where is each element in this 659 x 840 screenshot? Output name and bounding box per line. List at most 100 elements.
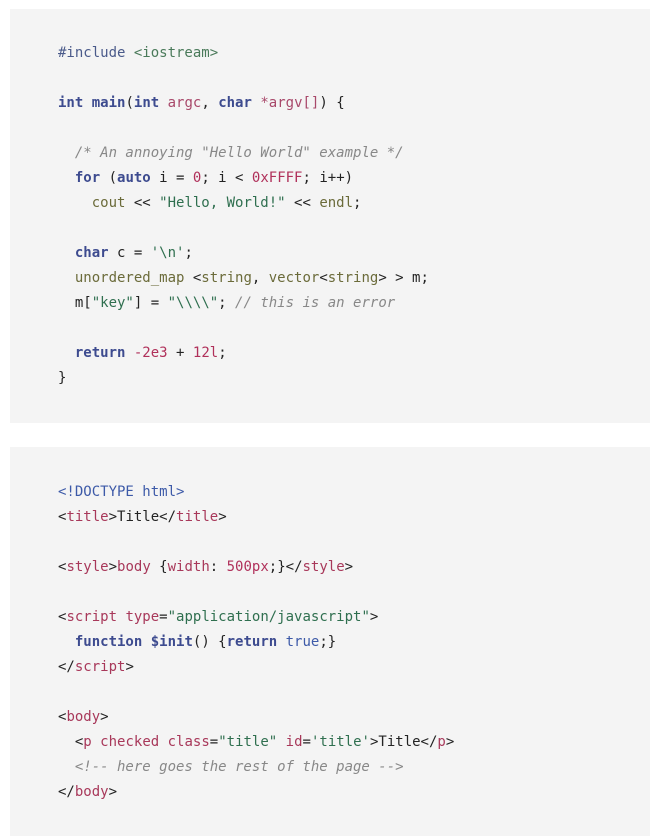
code-token: 12l xyxy=(192,345,219,361)
code-token: "key" xyxy=(91,295,134,311)
code-token: >Title</ xyxy=(369,734,438,750)
code-token: : xyxy=(209,559,227,575)
code-token: body xyxy=(117,559,151,575)
code-line: #include <iostream> xyxy=(58,41,650,66)
html-code-block: <!DOCTYPE html> <title>Title</title> <styl… xyxy=(10,447,650,836)
code-token: { xyxy=(150,559,168,575)
code-line: return -2e3 + 12l; xyxy=(58,341,650,366)
code-token: m[ xyxy=(58,295,92,311)
code-token: > xyxy=(100,709,109,725)
code-token: class xyxy=(167,734,210,750)
code-token: function xyxy=(74,634,143,650)
code-token: #include xyxy=(58,45,134,61)
code-line: <style>body {width: 500px;}</style> xyxy=(58,555,650,580)
code-token: ) { xyxy=(319,95,345,111)
code-token: </ xyxy=(58,784,75,800)
code-token: + xyxy=(167,345,193,361)
code-token: > xyxy=(445,734,455,750)
code-token: >Title</ xyxy=(108,509,177,525)
code-token: ; i < xyxy=(201,170,252,186)
code-token: << xyxy=(285,195,320,211)
cpp-code-block: #include <iostream> int main(int argc, ch… xyxy=(10,9,650,423)
code-token: , xyxy=(201,95,219,111)
code-token: id xyxy=(285,734,303,750)
code-token: body xyxy=(74,784,109,800)
code-token: *argv[] xyxy=(260,95,320,111)
code-line: <!-- here goes the rest of the page --> xyxy=(58,755,650,780)
code-token: ; i++) xyxy=(302,170,354,186)
code-token: cout xyxy=(91,195,126,211)
code-token: = xyxy=(209,734,219,750)
code-line: /* An annoying "Hello World" example */ xyxy=(58,141,650,166)
code-token: true xyxy=(285,634,320,650)
code-token: = xyxy=(159,609,168,625)
code-token: endl xyxy=(319,195,354,211)
code-line: function $init() {return true;} xyxy=(58,630,650,655)
code-token: auto xyxy=(117,170,151,186)
code-token: int xyxy=(133,95,160,111)
code-token: , xyxy=(251,270,269,286)
code-line: cout << "Hello, World!" << endl; xyxy=(58,191,650,216)
code-token: c = xyxy=(108,245,151,261)
code-token: 500px xyxy=(226,559,269,575)
code-token: p xyxy=(437,734,446,750)
code-token: "Hello, World!" xyxy=(159,195,286,211)
code-token: $init xyxy=(150,634,193,650)
code-token: vector xyxy=(268,270,320,286)
code-token: type xyxy=(125,609,160,625)
code-token: i = xyxy=(150,170,193,186)
code-token: main xyxy=(91,95,126,111)
code-token: // this is an error xyxy=(235,295,396,311)
code-token: < xyxy=(58,734,84,750)
code-token: > xyxy=(108,559,118,575)
code-token: > xyxy=(218,509,227,525)
code-token: ( xyxy=(125,95,134,111)
code-token: style xyxy=(66,559,109,575)
code-line: unordered_map <string, vector<string> > … xyxy=(58,266,650,291)
code-token: </ xyxy=(58,659,75,675)
code-line: for (auto i = 0; i < 0xFFFF; i++) xyxy=(58,166,650,191)
code-token: () { xyxy=(192,634,227,650)
code-token: '\n' xyxy=(150,245,185,261)
code-token: "title" xyxy=(218,734,278,750)
code-token: script xyxy=(66,609,118,625)
code-token: = xyxy=(302,734,311,750)
code-line: m["key"] = "\\\\"; // this is an error xyxy=(58,291,650,316)
code-line: <script type="application/javascript"> xyxy=(58,605,650,630)
code-token: > xyxy=(369,609,379,625)
code-line: <!DOCTYPE html> xyxy=(58,480,650,505)
code-token: title xyxy=(66,509,109,525)
code-token: string xyxy=(201,270,252,286)
code-token: ; xyxy=(218,295,236,311)
code-line: <body> xyxy=(58,705,650,730)
code-token: /* An annoying "Hello World" example */ xyxy=(74,145,404,161)
code-token: 'title' xyxy=(310,734,370,750)
code-token: style xyxy=(302,559,345,575)
code-line: char c = '\n'; xyxy=(58,241,650,266)
code-token: char xyxy=(218,95,252,111)
code-token: > xyxy=(108,784,118,800)
code-token: return xyxy=(74,345,126,361)
code-token: ;} xyxy=(319,634,337,650)
code-token: ;}</ xyxy=(268,559,303,575)
code-line: </script> xyxy=(58,655,650,680)
code-token: argc xyxy=(167,95,202,111)
